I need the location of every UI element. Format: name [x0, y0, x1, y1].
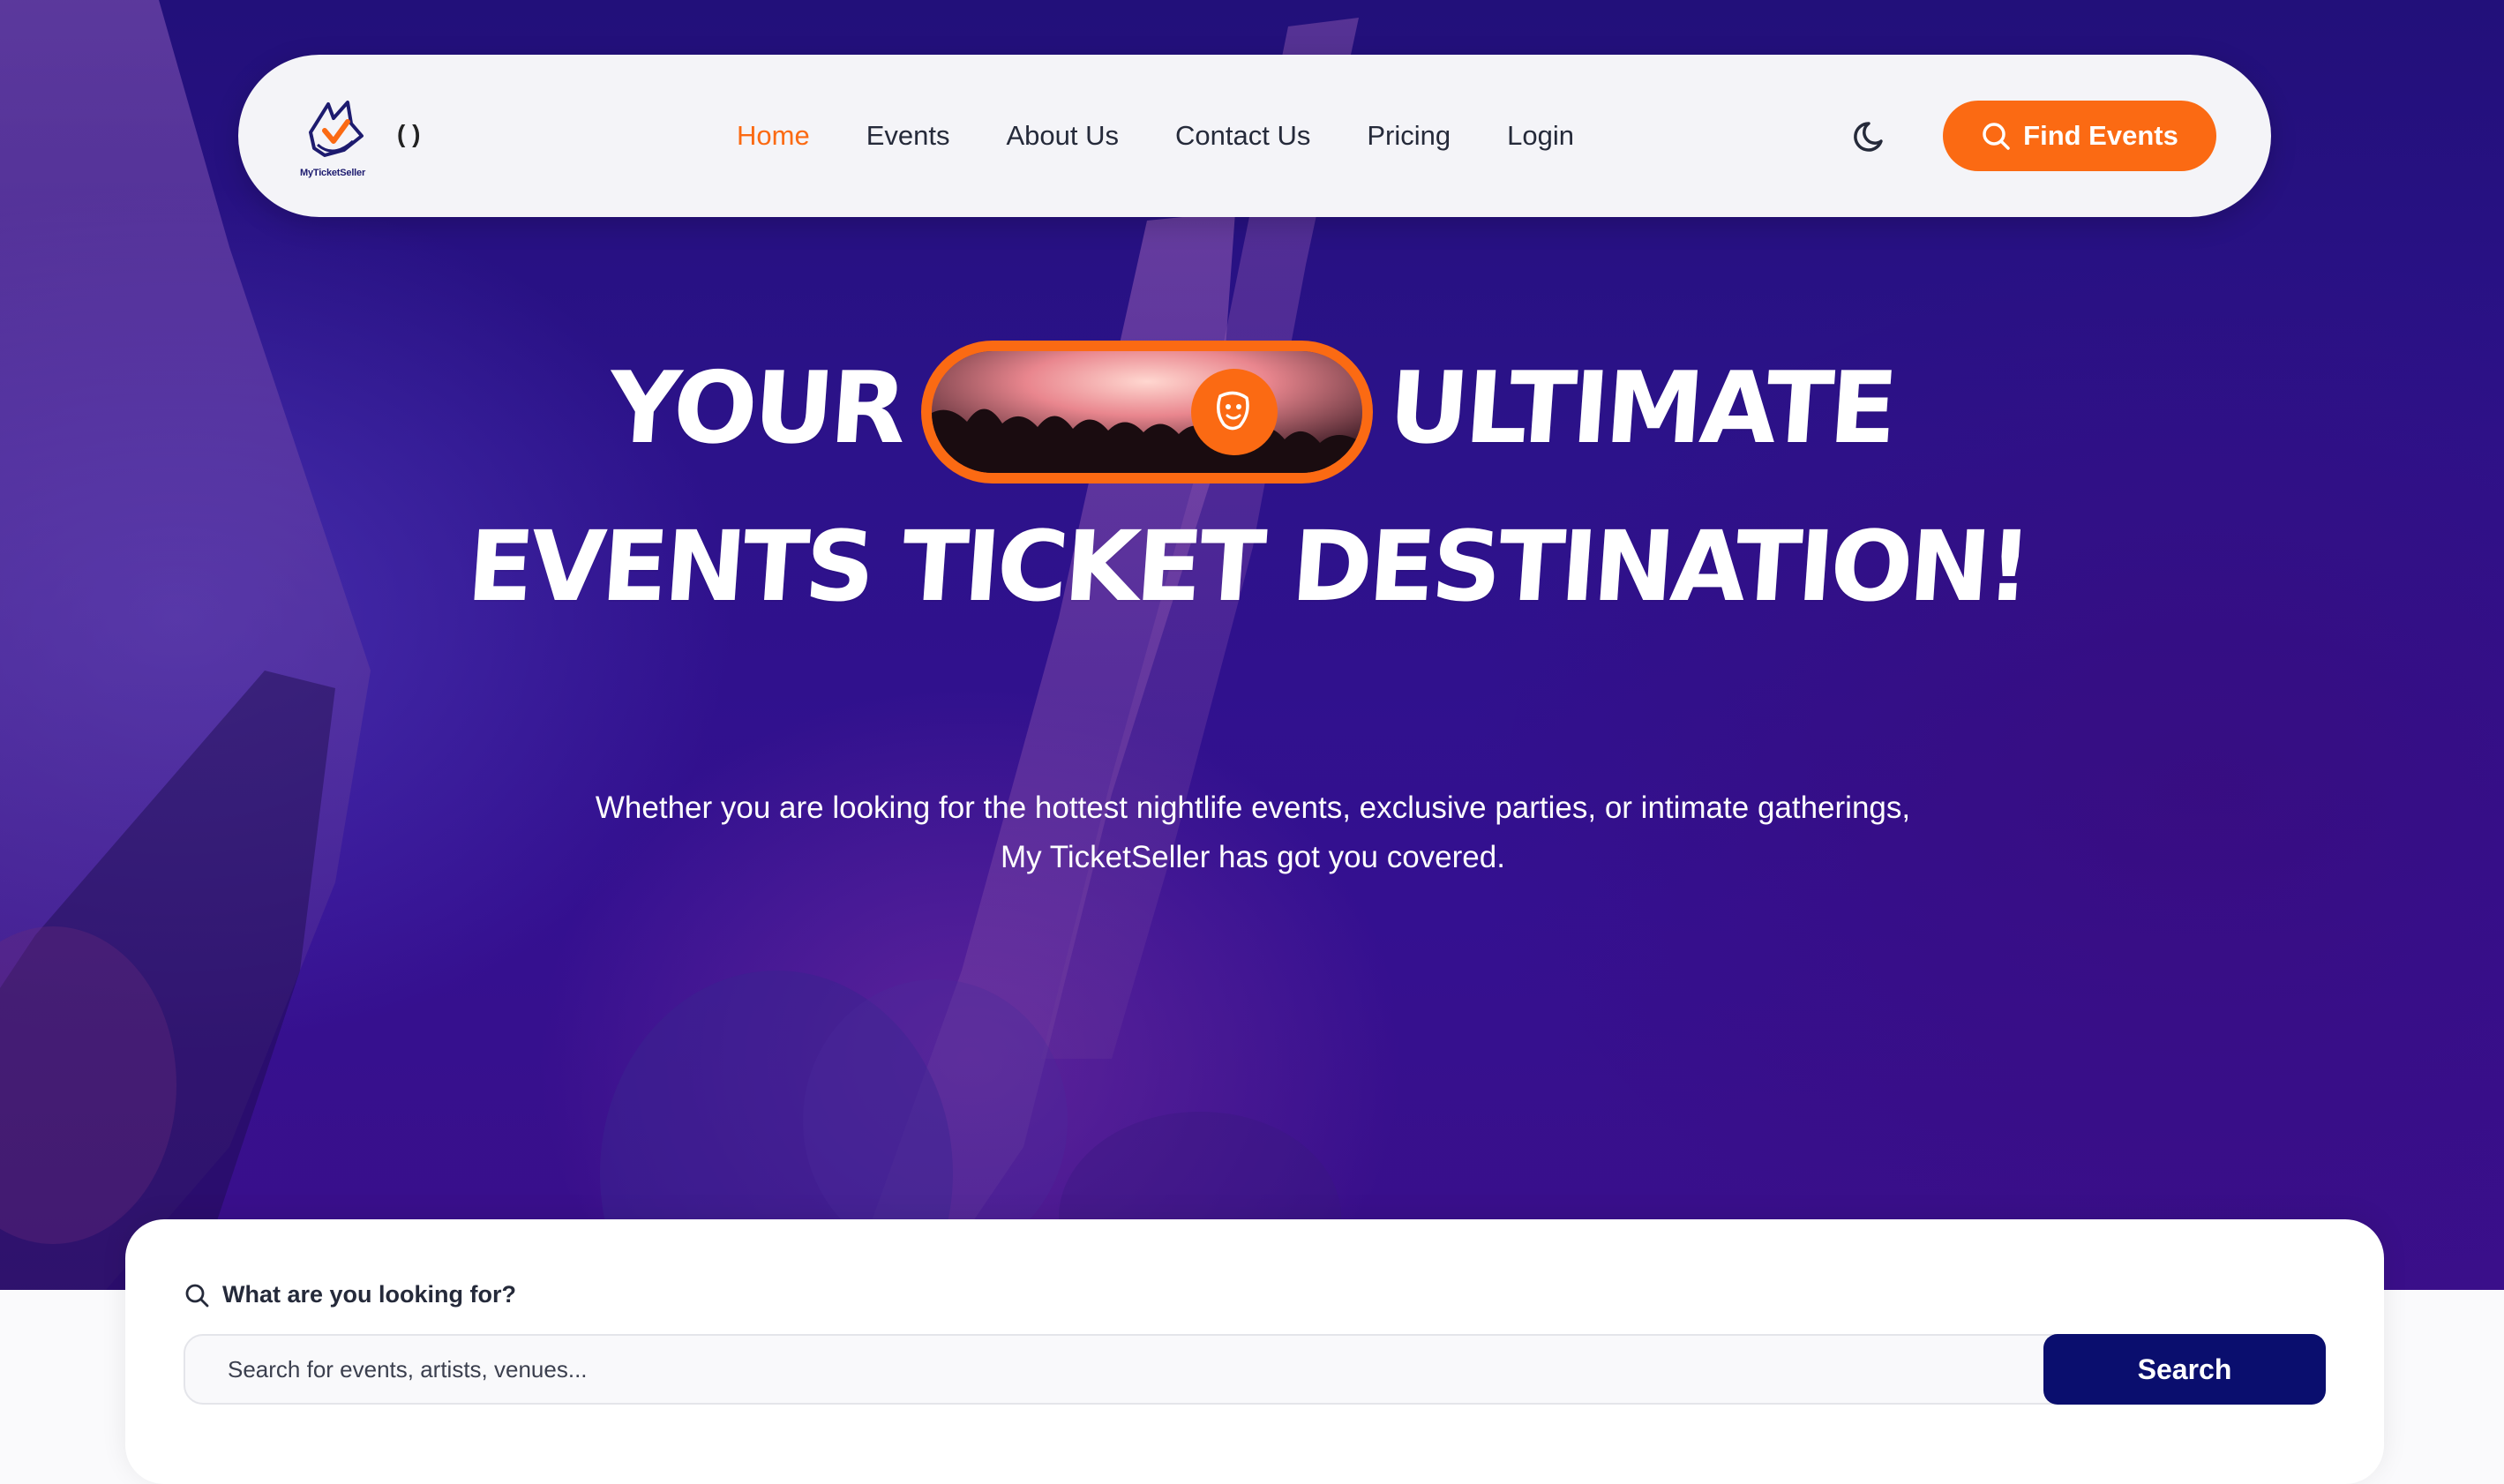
- search-label-row: What are you looking for?: [184, 1281, 516, 1308]
- theater-mask-icon: [1217, 391, 1249, 431]
- concert-pill-image: [921, 341, 1373, 483]
- mask-badge: [1191, 369, 1278, 455]
- concert-crowd-image: [932, 351, 1362, 473]
- hero-subtitle-line-2: My TicketSeller has got you covered.: [1001, 840, 1505, 874]
- search-label: What are you looking for?: [222, 1281, 517, 1308]
- search-icon: [185, 1284, 209, 1307]
- hero-headline: YOUR ULTIMATE EVENTS TICKET DESTINATION!: [0, 0, 2504, 671]
- search-input[interactable]: [184, 1334, 2146, 1405]
- hero-subtitle-line-1: Whether you are looking for the hottest …: [595, 791, 1911, 825]
- headline-word-your: YOUR: [604, 351, 908, 466]
- headline-line-2: EVENTS TICKET DESTINATION!: [463, 510, 2032, 623]
- search-card: What are you looking for? Search: [125, 1219, 2384, 1484]
- search-button[interactable]: Search: [2043, 1334, 2326, 1405]
- hero-background: MyTicketSeller ( ) Home Events About Us …: [0, 0, 2504, 1290]
- headline-word-ultimate: ULTIMATE: [1384, 351, 1898, 466]
- hero-subtitle: Whether you are looking for the hottest …: [459, 783, 2047, 882]
